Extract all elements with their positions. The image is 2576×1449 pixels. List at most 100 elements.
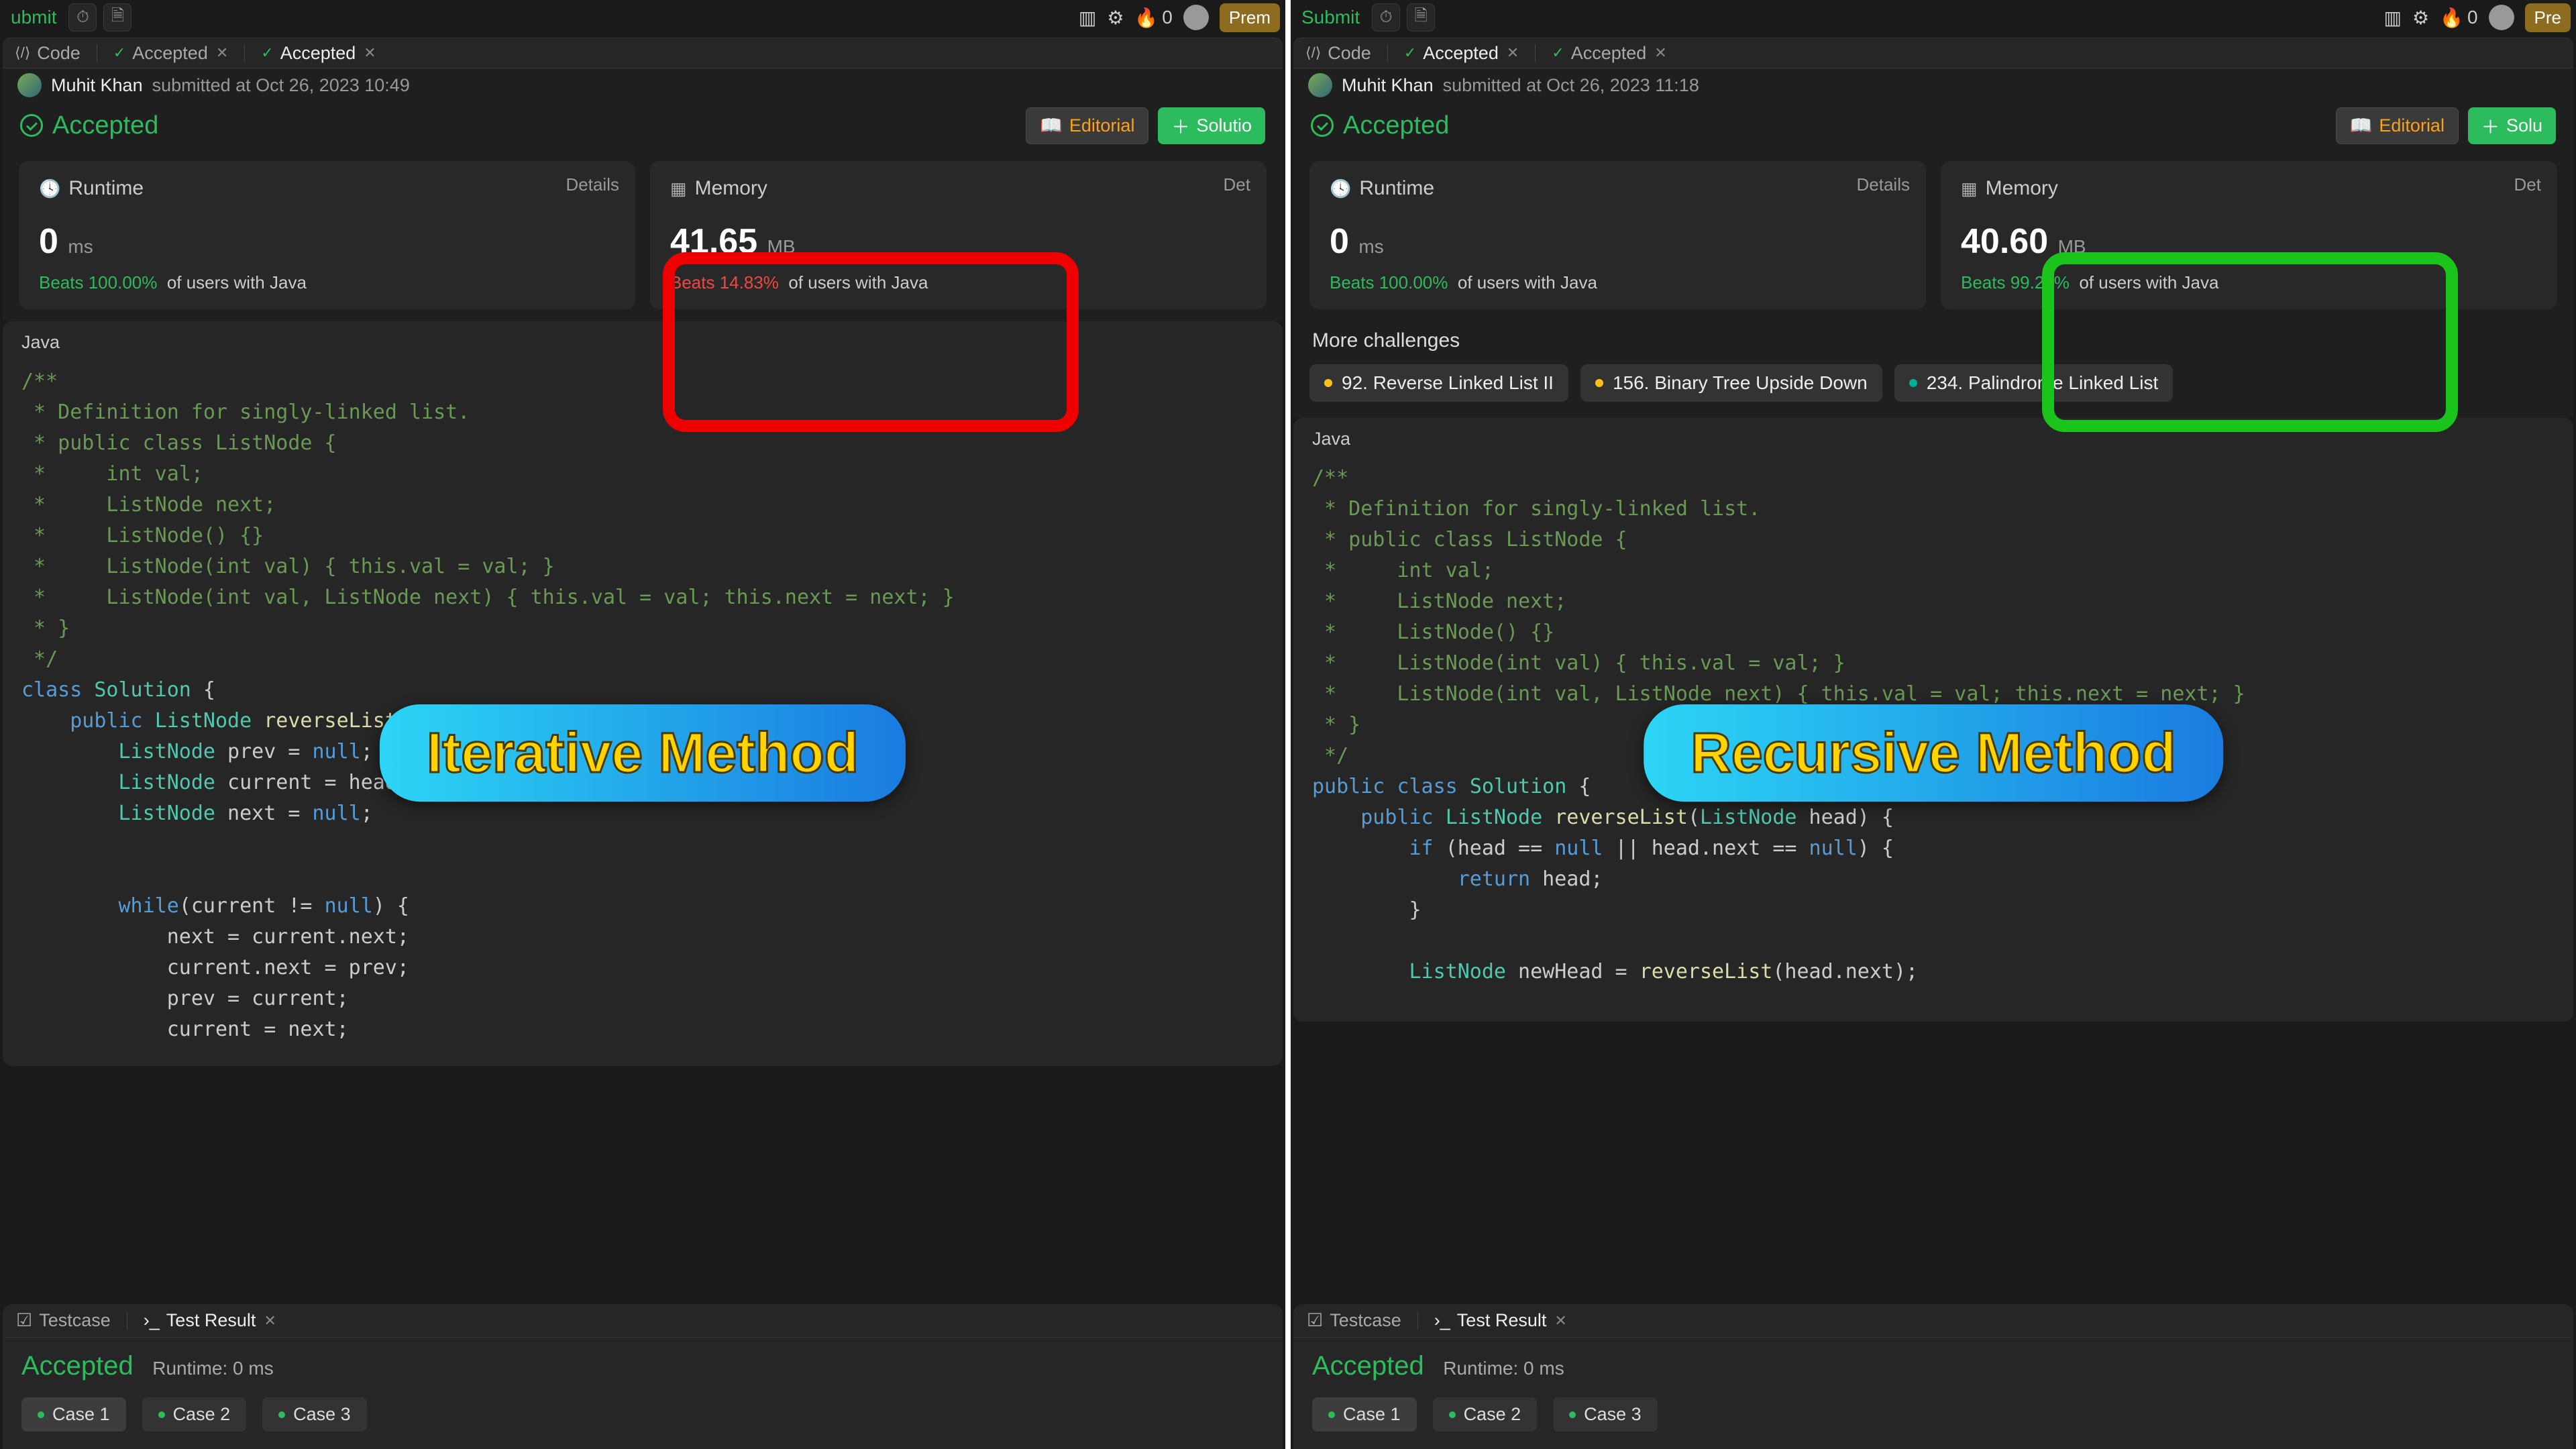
author-name[interactable]: Muhit Khan [51,75,143,96]
case-1[interactable]: Case 1 [21,1397,126,1432]
note-icon[interactable]: 🗎 [103,3,131,32]
metrics-row: 🕓Runtime Details 0 ms Beats 100.00% of u… [3,149,1283,321]
plus-icon: ＋ [1171,113,1189,139]
pass-dot-icon [38,1411,44,1418]
bottom-panel: ☑Testcase ›_Test Result✕ Accepted Runtim… [1293,1304,2573,1449]
result-status: Accepted [1312,1351,1424,1381]
memory-value: 40.60 [1961,222,2048,261]
difficulty-dot-icon [1595,379,1603,387]
submitted-at: submitted at Oct 26, 2023 11:18 [1443,75,1699,96]
tab-code[interactable]: ⟨/⟩Code [15,43,80,64]
check-icon: ✓ [1404,44,1416,62]
book-icon: 📖 [1040,115,1063,136]
submission-author-row: Muhit Khan submitted at Oct 26, 2023 11:… [1293,68,2573,102]
plus-icon: ＋ [2481,113,2500,139]
tab-row: ⟨/⟩Code ✓Accepted✕ ✓Accepted✕ [3,38,1283,68]
difficulty-dot-icon [1324,379,1332,387]
tab-accepted-1[interactable]: ✓Accepted✕ [1404,43,1519,64]
result-header: Accepted 📖Editorial ＋Solu [1293,102,2573,149]
test-result-tab[interactable]: ›_Test Result✕ [144,1310,276,1331]
testcase-tab[interactable]: ☑Testcase [1307,1310,1401,1331]
solution-button[interactable]: ＋Solu [2468,107,2556,144]
premium-button[interactable]: Pre [2525,3,2571,32]
topbar: Submit ⏱ 🗎 ▥ ⚙ 🔥0 Pre [1291,0,2576,35]
challenge-chip-2[interactable]: 156. Binary Tree Upside Down [1580,364,1882,402]
author-avatar[interactable] [1308,73,1332,97]
runtime-card[interactable]: 🕓Runtime Details 0 ms Beats 100.00% of u… [19,161,635,309]
checkbox-icon: ☑ [1307,1310,1323,1331]
layout-icon[interactable]: ▥ [2384,7,2402,29]
tab-code[interactable]: ⟨/⟩Code [1305,43,1371,64]
avatar[interactable] [2489,5,2514,30]
overlay-badge-left: Iterative Method [380,704,906,802]
close-icon[interactable]: ✕ [1507,44,1519,62]
submit-button[interactable]: ubmit [5,4,62,31]
test-result-tab[interactable]: ›_Test Result✕ [1434,1310,1567,1331]
left-pane: ubmit ⏱ 🗎 ▥ ⚙ 🔥0 Prem ⟨/⟩Code ✓Accepted✕… [0,0,1288,1449]
clock-icon: 🕓 [39,178,60,199]
result-runtime: Runtime: 0 ms [152,1358,274,1379]
submitted-at: submitted at Oct 26, 2023 10:49 [152,75,410,96]
timer-icon[interactable]: ⏱ [68,3,97,32]
difficulty-dot-icon [1909,379,1917,387]
author-avatar[interactable] [17,73,42,97]
details-link[interactable]: Details [1857,174,1910,195]
details-link[interactable]: Details [566,174,619,195]
details-link[interactable]: Det [2514,174,2541,195]
note-icon[interactable]: 🗎 [1407,3,1435,32]
memory-card[interactable]: ▦Memory Det 41.65 MB Beats 14.83% of use… [650,161,1267,309]
pass-dot-icon [1328,1411,1335,1418]
case-2[interactable]: Case 2 [142,1397,247,1432]
check-icon: ✓ [261,44,273,62]
solution-button[interactable]: ＋Solutio [1158,107,1265,144]
close-icon[interactable]: ✕ [1554,1312,1566,1330]
close-icon[interactable]: ✕ [1654,44,1666,62]
timer-icon[interactable]: ⏱ [1372,3,1400,32]
case-3[interactable]: Case 3 [262,1397,367,1432]
result-runtime: Runtime: 0 ms [1443,1358,1564,1379]
editorial-button[interactable]: 📖Editorial [1026,107,1148,144]
memory-card[interactable]: ▦Memory Det 40.60 MB Beats 99.21% of use… [1941,161,2557,309]
bottom-panel: ☑Testcase ›_Test Result✕ Accepted Runtim… [3,1304,1283,1449]
case-2[interactable]: Case 2 [1433,1397,1538,1432]
tab-accepted-1[interactable]: ✓Accepted✕ [113,43,228,64]
streak-counter[interactable]: 🔥0 [2440,7,2477,29]
testcase-tab[interactable]: ☑Testcase [16,1310,111,1331]
challenge-chip-1[interactable]: 92. Reverse Linked List II [1309,364,1568,402]
language-label: Java [3,321,1283,358]
result-title: Accepted [52,111,158,140]
details-link[interactable]: Det [1224,174,1250,195]
close-icon[interactable]: ✕ [364,44,376,62]
case-3[interactable]: Case 3 [1553,1397,1658,1432]
memory-value: 41.65 [670,222,757,261]
chip-icon: ▦ [670,178,687,199]
tab-accepted-2[interactable]: ✓Accepted✕ [1552,43,1666,64]
clock-icon: 🕓 [1330,178,1351,199]
check-circle-icon [1311,114,1334,137]
close-icon[interactable]: ✕ [264,1312,276,1330]
language-label: Java [1293,418,2573,455]
editorial-button[interactable]: 📖Editorial [2336,107,2459,144]
submit-button[interactable]: Submit [1296,4,1365,31]
check-icon: ✓ [1552,44,1564,62]
author-name[interactable]: Muhit Khan [1342,75,1434,96]
layout-icon[interactable]: ▥ [1079,7,1096,29]
terminal-icon: ›_ [1434,1310,1450,1331]
gear-icon[interactable]: ⚙ [2412,7,2429,29]
challenge-chip-3[interactable]: 234. Palindrome Linked List [1894,364,2174,402]
case-1[interactable]: Case 1 [1312,1397,1417,1432]
avatar[interactable] [1183,5,1209,30]
pass-dot-icon [158,1411,165,1418]
close-icon[interactable]: ✕ [216,44,228,62]
check-circle-icon [20,114,43,137]
result-title: Accepted [1343,111,1449,140]
runtime-value: 0 [1330,222,1349,261]
cases-row: Case 1 Case 2 Case 3 [1312,1397,2555,1432]
split-comparison: ubmit ⏱ 🗎 ▥ ⚙ 🔥0 Prem ⟨/⟩Code ✓Accepted✕… [0,0,2576,1449]
fire-icon: 🔥 [2440,7,2463,29]
runtime-card[interactable]: 🕓Runtime Details 0 ms Beats 100.00% of u… [1309,161,1926,309]
tab-accepted-2[interactable]: ✓Accepted✕ [261,43,376,64]
premium-button[interactable]: Prem [1220,3,1280,32]
streak-counter[interactable]: 🔥0 [1134,7,1172,29]
gear-icon[interactable]: ⚙ [1107,7,1124,29]
